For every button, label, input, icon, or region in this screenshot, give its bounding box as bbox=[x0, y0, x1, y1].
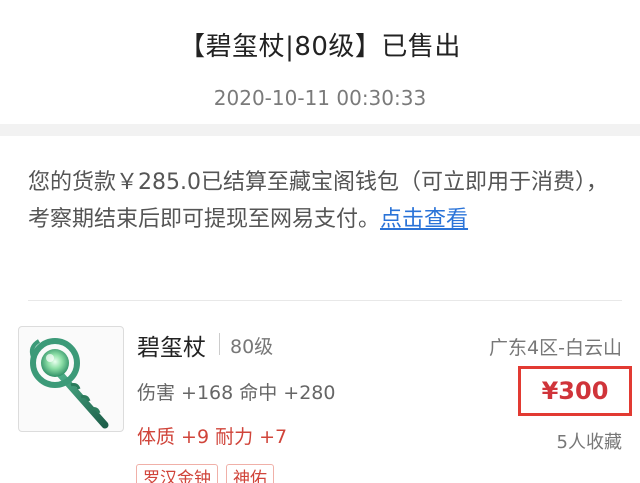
sale-timestamp: 2020-10-11 00:30:33 bbox=[213, 86, 427, 110]
favorites-count: 5人收藏 bbox=[556, 432, 622, 453]
item-tags: 罗汉金钟 神佑 bbox=[136, 464, 274, 483]
item-price: ¥300 bbox=[541, 377, 609, 405]
payment-notice: 您的货款￥285.0已结算至藏宝阁钱包（可立即用于消费），考察期结束后即可提现至… bbox=[28, 164, 618, 238]
section-divider bbox=[0, 124, 640, 136]
server-name: 广东4区-白云山 bbox=[489, 337, 622, 359]
view-details-link[interactable]: 点击查看 bbox=[380, 207, 468, 232]
item-stats: 伤害 +168 命中 +280 bbox=[137, 382, 336, 404]
item-tag: 罗汉金钟 bbox=[136, 464, 218, 483]
item-thumbnail[interactable] bbox=[18, 326, 124, 432]
item-level: 80级 bbox=[230, 336, 274, 358]
payment-notice-text: 您的货款￥285.0已结算至藏宝阁钱包（可立即用于消费），考察期结束后即可提现至… bbox=[28, 170, 608, 232]
item-name: 碧玺杖 bbox=[137, 335, 206, 361]
page-title: 【碧玺杖|80级】已售出 bbox=[179, 32, 461, 62]
divider-line bbox=[28, 300, 622, 301]
jade-staff-icon bbox=[29, 338, 109, 429]
item-tag: 神佑 bbox=[226, 464, 274, 483]
price-highlight-box: ¥300 bbox=[518, 366, 632, 416]
name-level-divider bbox=[219, 333, 220, 355]
order-header: 【碧玺杖|80级】已售出 2020-10-11 00:30:33 bbox=[0, 0, 640, 124]
item-bonus-stats: 体质 +9 耐力 +7 bbox=[137, 426, 288, 448]
